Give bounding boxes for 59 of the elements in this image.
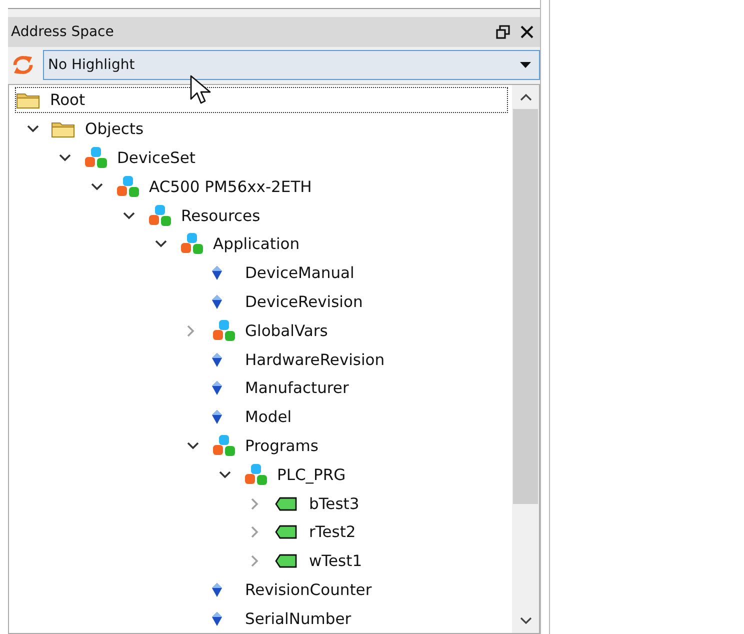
tree-item[interactable]: Root (15, 87, 508, 114)
tag-icon (275, 525, 297, 540)
chevron-down-icon[interactable] (219, 470, 231, 479)
caret-icon (520, 62, 531, 68)
float-window-icon[interactable] (496, 25, 510, 39)
tree-item[interactable]: Objects (50, 116, 151, 142)
chevron-down-icon[interactable] (187, 442, 199, 450)
diamond-icon (211, 265, 223, 282)
chevron-right-icon[interactable] (251, 555, 259, 568)
panel-title: Address Space (11, 24, 115, 40)
chevron-right-icon[interactable] (251, 498, 259, 510)
tree-item[interactable]: DeviceSet (82, 144, 202, 171)
diamond-icon (211, 409, 223, 426)
chevron-down-icon[interactable] (155, 240, 167, 248)
tag-icon (275, 554, 297, 568)
tree-item[interactable]: SerialNumber (210, 606, 358, 632)
chevron-down-icon[interactable] (123, 212, 135, 220)
chevron-down-icon[interactable] (91, 182, 103, 191)
refresh-icon[interactable] (11, 54, 35, 76)
diamond-icon (211, 352, 223, 368)
scroll-down-icon[interactable] (520, 617, 532, 625)
tree-item[interactable]: bTest3 (274, 490, 366, 517)
tag-icon (275, 496, 297, 511)
cubes-icon (179, 232, 205, 256)
tree-item[interactable]: Manufacturer (210, 375, 356, 402)
scroll-up-icon[interactable] (520, 93, 532, 101)
cubes-icon (211, 318, 237, 343)
highlight-dropdown[interactable]: No Highlight (43, 50, 540, 80)
cubes-icon (147, 204, 173, 228)
tree-item[interactable]: DeviceManual (210, 260, 362, 286)
tree-item[interactable]: wTest1 (274, 548, 370, 574)
diamond-icon (211, 610, 223, 627)
scroll-thumb[interactable] (513, 109, 538, 504)
tree-item[interactable]: Programs (210, 432, 326, 459)
tree-item[interactable]: rTest2 (274, 519, 363, 546)
chevron-down-icon[interactable] (27, 125, 39, 134)
diamond-icon (211, 380, 223, 396)
close-icon[interactable] (520, 25, 534, 39)
cubes-icon (243, 462, 269, 487)
folder-icon (16, 91, 40, 110)
vertical-scrollbar[interactable] (512, 85, 539, 633)
tree-item[interactable]: HardwareRevision (210, 346, 392, 373)
cubes-icon (83, 146, 109, 170)
folder-icon (51, 120, 75, 138)
tree-item[interactable]: DeviceRevision (210, 288, 370, 315)
tree-item[interactable]: Resources (146, 202, 268, 229)
chevron-down-icon[interactable] (59, 154, 71, 162)
chevron-right-icon[interactable] (187, 324, 195, 337)
tree-item[interactable]: AC500 PM56xx-2ETH (114, 174, 319, 200)
diamond-icon (211, 582, 223, 598)
tree-item[interactable]: GlobalVars (210, 318, 335, 344)
tree-item[interactable]: Application (178, 231, 307, 258)
cubes-icon (115, 174, 141, 199)
chevron-right-icon[interactable] (251, 526, 259, 538)
cubes-icon (211, 434, 237, 458)
tree-item[interactable]: RevisionCounter (210, 576, 379, 603)
diamond-icon (211, 294, 223, 310)
tree-item[interactable]: Model (210, 404, 299, 430)
tree-item[interactable]: PLC_PRG (242, 462, 353, 488)
